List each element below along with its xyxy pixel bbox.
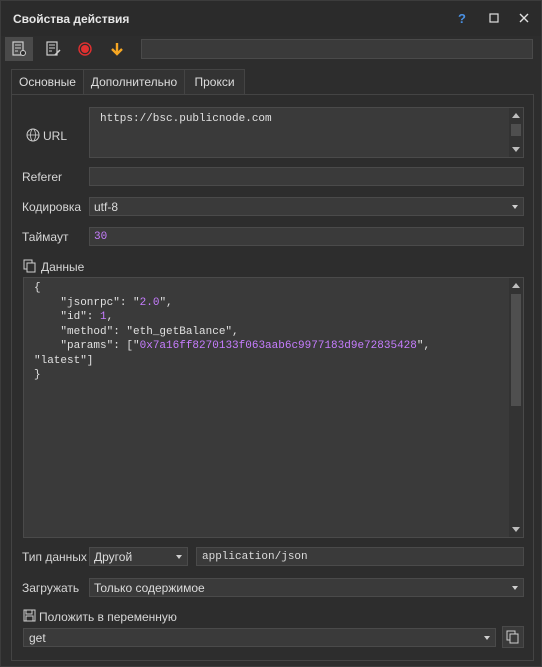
properties-tool-button[interactable]	[5, 37, 33, 61]
close-icon	[519, 13, 529, 23]
document-edit-icon	[46, 41, 61, 56]
variable-select[interactable]: get	[23, 628, 496, 647]
data-line: }	[34, 369, 41, 381]
data-line: "id": 1,	[34, 310, 430, 325]
chevron-down-icon	[484, 635, 490, 640]
scroll-thumb[interactable]	[511, 124, 521, 136]
main-tab-panel: URL https://bsc.publicnode.com Referer К…	[11, 94, 534, 661]
url-value: https://bsc.publicnode.com	[100, 113, 272, 125]
chevron-down-icon	[512, 585, 518, 590]
url-label: URL	[43, 129, 68, 143]
tab-main[interactable]: Основные	[11, 69, 84, 96]
encoding-select[interactable]: utf-8	[89, 197, 524, 216]
document-settings-icon	[12, 41, 26, 56]
close-button[interactable]	[515, 10, 533, 28]
url-scrollbar[interactable]	[509, 108, 523, 157]
variable-value: get	[29, 631, 46, 645]
datatype-label: Тип данных	[22, 550, 87, 564]
scroll-up-icon	[512, 283, 520, 288]
copy-icon	[506, 630, 519, 644]
tab-advanced[interactable]: Дополнительно	[83, 69, 185, 94]
data-label: Данные	[41, 260, 85, 274]
scroll-thumb[interactable]	[511, 294, 521, 406]
window-title: Свойства действия	[13, 12, 130, 26]
timeout-label: Таймаут	[22, 230, 69, 244]
save-floppy-icon	[23, 609, 36, 622]
data-line: "method": "eth_getBalance",	[34, 325, 239, 338]
json-number: 2.0	[139, 296, 160, 309]
data-line: "jsonrpc": "2.0",	[34, 296, 430, 311]
load-label: Загружать	[22, 581, 80, 595]
referer-label: Referer	[22, 170, 63, 184]
properties-window: Свойства действия ? Основные Дополнитель…	[0, 0, 542, 667]
scroll-down-icon	[512, 527, 520, 532]
content-type-value: application/json	[202, 551, 308, 563]
json-punct: ,	[106, 311, 114, 323]
maximize-icon	[489, 13, 499, 23]
url-field[interactable]: https://bsc.publicnode.com	[89, 107, 524, 158]
www-globe-icon	[26, 128, 40, 142]
help-button[interactable]: ?	[453, 10, 471, 28]
datatype-select[interactable]: Другой	[89, 547, 188, 566]
step-down-button[interactable]	[103, 37, 131, 61]
json-punct: ",	[416, 340, 431, 352]
record-button[interactable]	[71, 37, 99, 61]
referer-field[interactable]	[89, 167, 524, 186]
chevron-down-icon	[176, 554, 182, 559]
data-line: "latest"]	[34, 354, 94, 367]
maximize-button[interactable]	[485, 10, 503, 28]
variable-copy-button[interactable]	[502, 626, 524, 648]
timeout-field[interactable]: 30	[89, 227, 524, 246]
load-value: Только содержимое	[94, 581, 205, 595]
datatype-value: Другой	[94, 550, 133, 564]
arrow-down-icon	[111, 43, 123, 56]
json-number: 1	[100, 311, 107, 323]
data-line: "params": ["0x7a16ff8270133f063aab6c9977…	[34, 339, 430, 354]
chevron-down-icon	[512, 204, 518, 209]
json-address: 0x7a16ff8270133f063aab6c9977183d9e728354…	[139, 340, 417, 352]
data-textarea[interactable]: { "jsonrpc": "2.0", "id": 1, "method": "…	[23, 277, 524, 538]
copy-data-icon	[23, 259, 36, 273]
scroll-down-icon	[512, 147, 520, 152]
data-scrollbar[interactable]	[509, 278, 523, 537]
save-to-var-label: Положить в переменную	[39, 610, 177, 624]
title-bar: Свойства действия ?	[1, 1, 541, 36]
edit-tool-button[interactable]	[39, 37, 67, 61]
json-punct: ",	[159, 296, 173, 309]
tab-proxy[interactable]: Прокси	[184, 69, 245, 94]
data-content: { "jsonrpc": "2.0", "id": 1, "method": "…	[34, 281, 430, 383]
json-key: "jsonrpc": "	[34, 296, 140, 309]
encoding-value: utf-8	[94, 200, 119, 214]
record-icon	[78, 42, 92, 56]
encoding-label: Кодировка	[22, 200, 82, 214]
data-line: {	[34, 282, 41, 294]
load-select[interactable]: Только содержимое	[89, 578, 524, 597]
timeout-value: 30	[94, 231, 108, 243]
toolbar	[1, 36, 541, 62]
scroll-up-icon	[512, 113, 520, 118]
json-key: "id":	[34, 311, 101, 323]
json-key: "params": ["	[34, 340, 140, 352]
content-type-field[interactable]: application/json	[196, 547, 524, 566]
toolbar-input[interactable]	[141, 39, 533, 59]
